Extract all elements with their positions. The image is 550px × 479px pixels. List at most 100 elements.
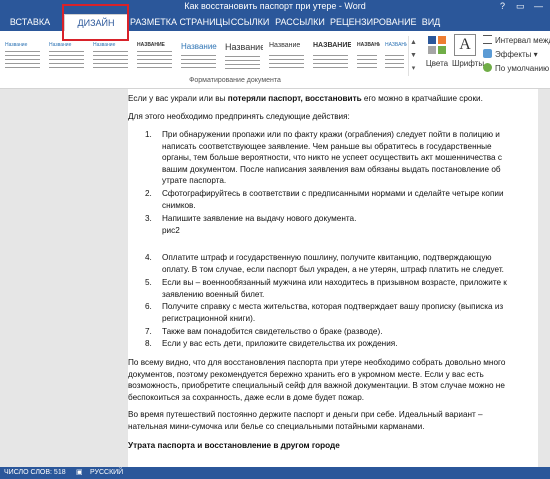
- style-thumb-label: Название: [49, 42, 72, 48]
- list-number: 5.: [145, 278, 152, 287]
- style-thumb-5[interactable]: Название: [178, 36, 220, 76]
- tab-references[interactable]: ССЫЛКИ: [228, 14, 272, 31]
- help-button[interactable]: ?: [500, 0, 505, 12]
- paragraph-spacing-button[interactable]: Интервал между: [483, 35, 550, 47]
- list-item-4: Оплатите штраф и государственную пошлину…: [162, 252, 504, 275]
- group-label: Форматирование документа: [189, 77, 281, 84]
- list-line: регистрационной книги).: [162, 313, 256, 323]
- style-thumb-6[interactable]: Название: [222, 36, 264, 76]
- tab-insert[interactable]: ВСТАВКА: [2, 14, 58, 31]
- list-line: Получите справку с места жительства, кот…: [162, 302, 504, 311]
- effects-icon: [483, 49, 492, 58]
- style-thumb-label: НАЗВАНИЕ: [357, 42, 380, 48]
- list-item-6: Получите справку с места жительства, кот…: [162, 301, 503, 324]
- list-line: снимков.: [162, 200, 196, 210]
- list-number: 7.: [145, 327, 152, 336]
- intro-text-1: Если у вас украли или вы: [128, 94, 228, 103]
- minimize-button[interactable]: —: [534, 0, 543, 12]
- list-line: утрате паспорта.: [162, 176, 227, 185]
- list-number: 1.: [145, 130, 152, 139]
- document-area[interactable]: Если у вас украли или вы потеряли паспор…: [0, 89, 550, 467]
- restore-button[interactable]: ▭: [516, 0, 525, 12]
- style-thumb-label: Название: [93, 42, 116, 48]
- language-indicator[interactable]: РУССКИЙ: [90, 467, 123, 479]
- ribbon-tabs: ВСТАВКА ДИЗАЙН РАЗМЕТКА СТРАНИЦЫ ССЫЛКИ …: [0, 12, 550, 32]
- style-thumb-label: НАЗВАНИЕ: [137, 42, 165, 48]
- body-paragraph-2: Во время путешествий постоянно держите п…: [128, 409, 483, 432]
- fonts-label: Шрифты: [452, 59, 485, 68]
- style-thumb-3[interactable]: Название: [90, 36, 132, 76]
- list-line: органы, тем больше вероятности, что никт…: [162, 153, 502, 162]
- style-thumb-label: Название: [181, 42, 217, 51]
- list-line: Сфотографируйтесь в соответствии с предп…: [162, 189, 504, 198]
- list-number: 2.: [145, 189, 152, 198]
- effects-label: Эффекты: [495, 50, 532, 59]
- tab-design[interactable]: ДИЗАЙН: [64, 14, 128, 32]
- body-paragraph-1: По всему видно, что для восстановления п…: [128, 357, 505, 403]
- set-default-label: По умолчанию: [495, 64, 550, 73]
- paragraph-line: Во время путешествий постоянно держите п…: [128, 410, 483, 419]
- tab-review[interactable]: РЕЦЕНЗИРОВАНИЕ: [330, 14, 417, 31]
- intro-paragraph: Если у вас украли или вы потеряли паспор…: [128, 93, 483, 105]
- tab-page-layout[interactable]: РАЗМЕТКА СТРАНИЦЫ: [130, 14, 230, 31]
- section-heading: Утрата паспорта и восстановление в друго…: [128, 441, 340, 450]
- paragraph-line: возможность, приобретите специальный сей…: [128, 381, 505, 390]
- check-icon: [483, 63, 492, 72]
- colors-button[interactable]: Цвета: [424, 34, 450, 86]
- style-thumb-10[interactable]: НАЗВАНИЕ: [382, 36, 408, 76]
- list-item-5: Если вы – военнообязанный мужчина или на…: [162, 277, 507, 300]
- list-item-7: Также вам понадобится свидетельство о бр…: [162, 326, 382, 338]
- list-line: написать соответствующее заявление. Чем …: [162, 141, 492, 151]
- status-bar: ЧИСЛО СЛОВ: 518 ▣ РУССКИЙ: [0, 467, 550, 479]
- fonts-button[interactable]: A Шрифты: [452, 34, 485, 86]
- gallery-scroll[interactable]: ▲ ▼ ▾: [408, 36, 418, 76]
- set-default-button[interactable]: По умолчанию: [483, 63, 549, 75]
- figure-placeholder: рис2: [162, 225, 180, 235]
- colors-label: Цвета: [425, 59, 449, 68]
- fonts-glyph: A: [459, 36, 471, 53]
- font-icon: A: [454, 34, 476, 56]
- style-thumb-1[interactable]: Название: [2, 36, 44, 76]
- chevron-down-icon[interactable]: ▼: [409, 49, 418, 62]
- list-line: оплату. В том случае, если паспорт был у…: [162, 264, 504, 274]
- spacing-icon: [483, 35, 492, 44]
- list-line: Также вам понадобится свидетельство о бр…: [162, 327, 383, 336]
- list-line: вашим документом. После написания заявле…: [162, 164, 501, 174]
- style-thumb-2[interactable]: Название: [46, 36, 88, 76]
- style-thumb-label: Название: [225, 42, 264, 52]
- word-count[interactable]: ЧИСЛО СЛОВ: 518: [4, 467, 66, 479]
- proofing-icon[interactable]: ▣: [76, 467, 83, 479]
- list-number: 3.: [145, 214, 152, 223]
- tab-view[interactable]: ВИД: [416, 14, 446, 31]
- style-thumb-label: НАЗВАНИЕ: [385, 42, 407, 48]
- list-line: Оплатите штраф и государственную пошлину…: [162, 253, 492, 262]
- paragraph-line: По всему видно, что для восстановления п…: [128, 358, 506, 367]
- list-line: заявлению военный билет.: [162, 289, 265, 299]
- chevron-up-icon[interactable]: ▲: [409, 36, 418, 49]
- list-item-3: Напишите заявление на выдачу нового доку…: [162, 213, 356, 236]
- style-thumb-label: НАЗВАНИЕ: [313, 42, 352, 49]
- style-thumb-4[interactable]: НАЗВАНИЕ: [134, 36, 176, 76]
- list-line: Если у вас есть дети, приложите свидетел…: [162, 339, 398, 348]
- window-title: Как восстановить паспорт при утере - Wor…: [184, 1, 366, 11]
- intro-paragraph-2: Для этого необходимо предпринять следующ…: [128, 112, 350, 121]
- list-item-8: Если у вас есть дети, приложите свидетел…: [162, 338, 398, 350]
- paragraph-line: нательная мини-сумочка или белье со спец…: [128, 421, 425, 431]
- intro-text-2: его можно в кратчайшие сроки.: [361, 94, 483, 103]
- style-thumb-7[interactable]: Название: [266, 36, 308, 76]
- list-item-1: При обнаружении пропажи или по факту кра…: [162, 129, 502, 187]
- list-line: Напишите заявление на выдачу нового доку…: [162, 214, 357, 223]
- more-icon[interactable]: ▾: [409, 62, 418, 75]
- list-line: Если вы – военнообязанный мужчина или на…: [162, 278, 507, 287]
- effects-button[interactable]: Эффекты ▾: [483, 49, 538, 61]
- document-page[interactable]: Если у вас украли или вы потеряли паспор…: [128, 89, 538, 467]
- intro-text-bold: потеряли паспорт, восстановить: [227, 94, 362, 103]
- style-thumb-9[interactable]: НАЗВАНИЕ: [354, 36, 381, 76]
- list-line: При обнаружении пропажи или по факту кра…: [162, 130, 500, 139]
- style-thumb-label: Название: [5, 42, 28, 48]
- style-thumb-8[interactable]: НАЗВАНИЕ: [310, 36, 352, 76]
- tab-mailings[interactable]: РАССЫЛКИ: [272, 14, 328, 31]
- style-thumb-label: Название: [269, 42, 301, 49]
- palette-icon: [426, 34, 448, 56]
- ribbon-design: Название Название Название НАЗВАНИЕ Назв…: [0, 31, 550, 89]
